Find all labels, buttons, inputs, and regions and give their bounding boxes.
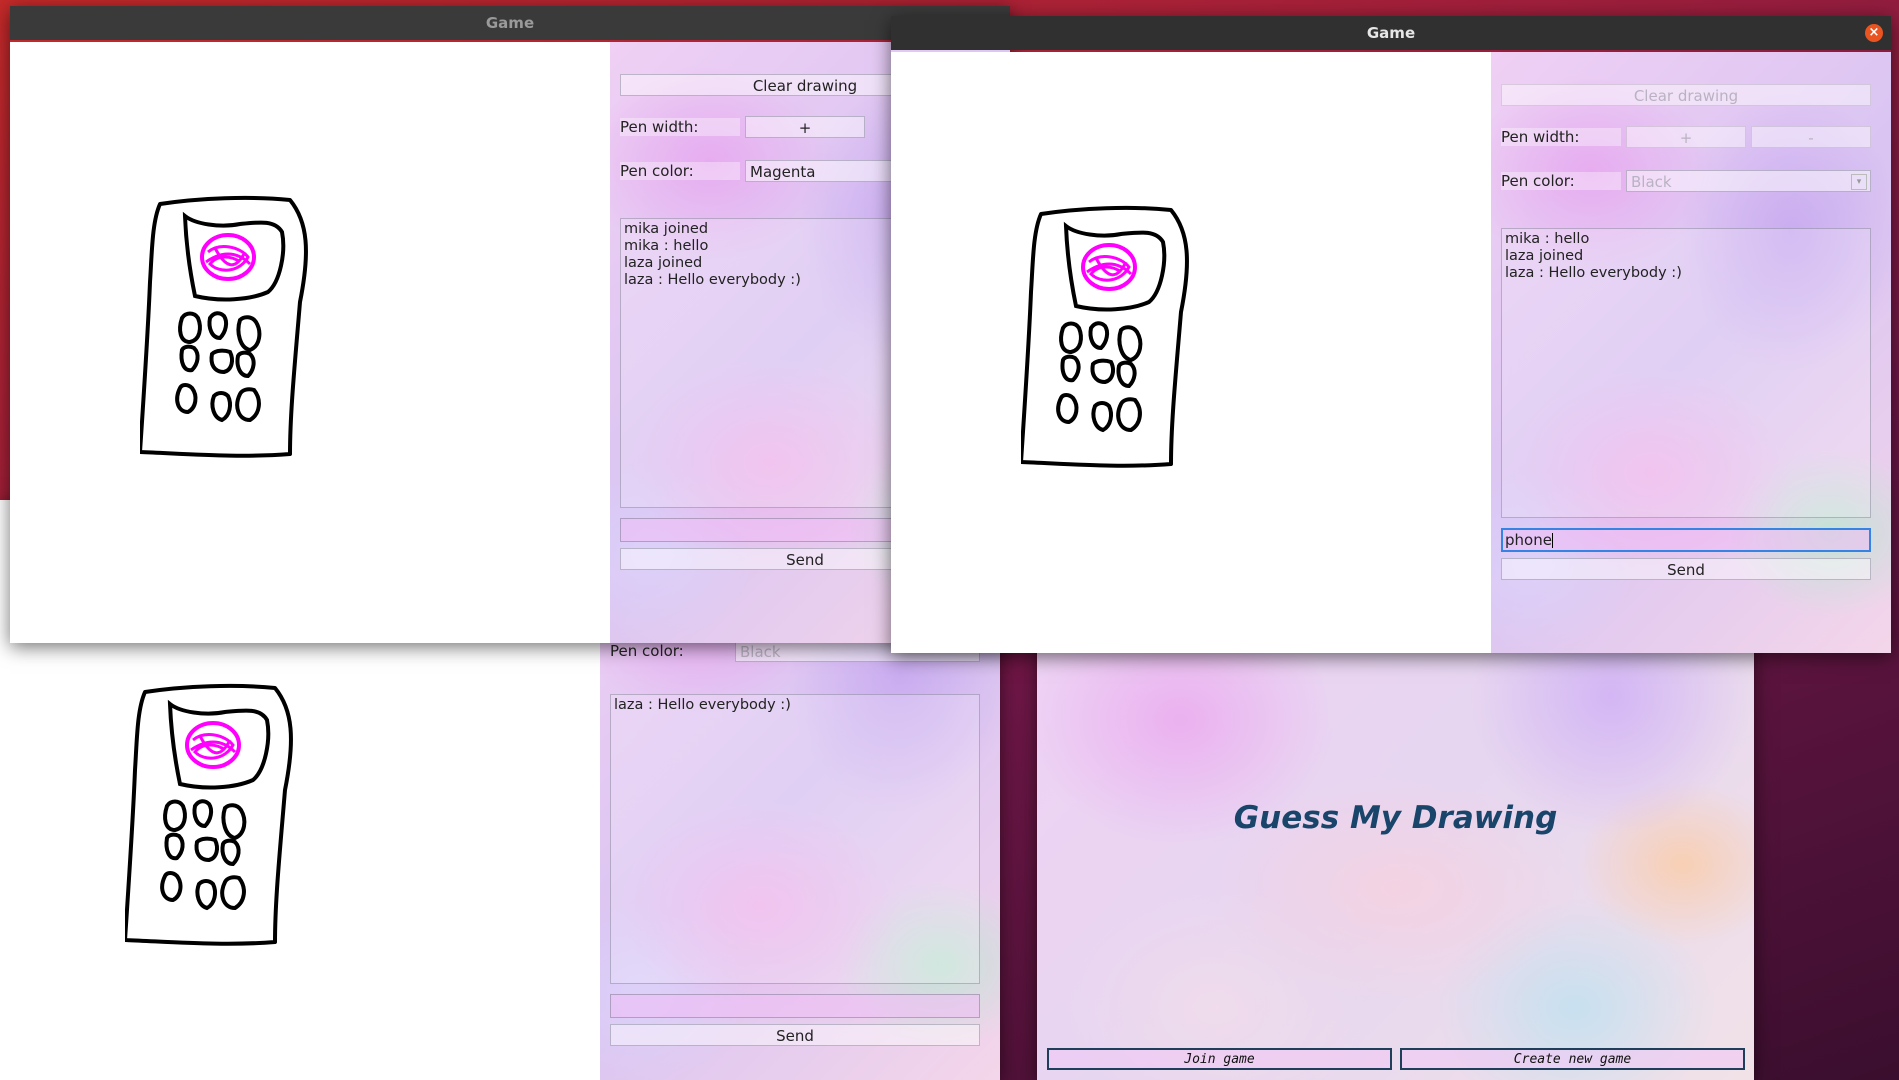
clear-drawing-button[interactable]: Clear drawing bbox=[1501, 84, 1871, 106]
send-button[interactable]: Send bbox=[610, 1024, 980, 1046]
pen-color-label: Pen color: bbox=[1501, 172, 1621, 190]
join-game-button[interactable]: Join game bbox=[1047, 1048, 1392, 1070]
chat-message: mika : hello bbox=[1505, 231, 1590, 247]
chat-log: laza : Hello everybody :) bbox=[610, 694, 980, 984]
side-panel: Clear drawing Pen width: + - Pen color: … bbox=[1491, 52, 1891, 653]
drawing-canvas[interactable] bbox=[10, 42, 610, 643]
pen-width-plus-button[interactable]: + bbox=[1626, 126, 1746, 148]
game-window-right: Game × Clear drawing Pen width: + - Pen … bbox=[891, 16, 1891, 653]
pen-color-value: Black bbox=[1631, 173, 1672, 191]
phone-drawing bbox=[1021, 205, 1189, 468]
chat-input[interactable]: phone bbox=[1501, 528, 1871, 552]
pen-color-value: Magenta bbox=[750, 163, 816, 181]
phone-drawing bbox=[140, 195, 308, 458]
send-button[interactable]: Send bbox=[1501, 558, 1871, 580]
window-title: Game bbox=[485, 14, 535, 32]
pen-width-label: Pen width: bbox=[620, 118, 740, 136]
chat-message: laza : Hello everybody :) bbox=[1505, 265, 1682, 281]
pen-color-label: Pen color: bbox=[620, 162, 740, 180]
chat-log: mika : hello laza joined laza : Hello ev… bbox=[1501, 228, 1871, 518]
window-title: Game bbox=[1366, 24, 1416, 42]
create-new-game-button[interactable]: Create new game bbox=[1400, 1048, 1745, 1070]
pen-width-label: Pen width: bbox=[1501, 128, 1621, 146]
pen-width-plus-button[interactable]: + bbox=[745, 116, 865, 138]
close-icon[interactable]: × bbox=[1865, 24, 1883, 42]
pen-color-select[interactable]: Black ▾ bbox=[1626, 170, 1871, 192]
game-window-left: Game Clear drawing Pen width: + Pen colo… bbox=[10, 6, 1010, 643]
chevron-down-icon[interactable]: ▾ bbox=[1851, 174, 1867, 190]
menu-window: Guess My Drawing Join game Create new ga… bbox=[1037, 600, 1754, 1080]
app-title: Guess My Drawing bbox=[1233, 800, 1558, 836]
pen-color-label: Pen color: bbox=[610, 642, 684, 660]
drawing-canvas[interactable] bbox=[891, 52, 1491, 653]
phone-drawing bbox=[125, 683, 293, 946]
chat-input[interactable] bbox=[610, 994, 980, 1018]
pen-width-minus-button[interactable]: - bbox=[1751, 126, 1871, 148]
title-bar[interactable]: Game bbox=[10, 6, 1010, 40]
chat-message: laza : Hello everybody :) bbox=[614, 697, 791, 713]
title-bar[interactable]: Game × bbox=[891, 16, 1891, 50]
chat-message: laza joined bbox=[1505, 248, 1584, 264]
text-caret bbox=[1551, 533, 1553, 548]
pen-color-value: Black bbox=[740, 643, 781, 661]
